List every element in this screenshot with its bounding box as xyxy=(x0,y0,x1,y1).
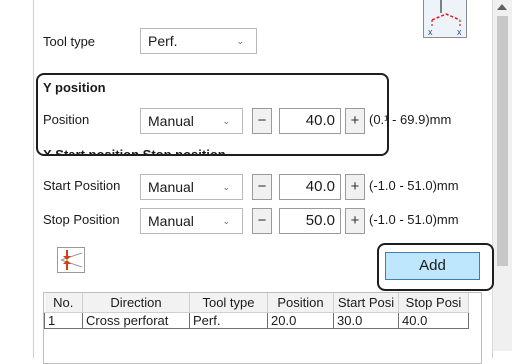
chevron-down-icon: ⌄ xyxy=(236,36,244,46)
start-position-mode-select[interactable]: Manual ⌄ xyxy=(140,174,243,200)
tool-type-label: Tool type xyxy=(43,34,96,49)
stop-position-input[interactable]: 50.0 xyxy=(279,208,341,234)
column-header-stop-position[interactable]: Stop Posi xyxy=(398,293,469,313)
cell-direction[interactable]: Cross perforat xyxy=(82,312,190,329)
svg-text:x: x xyxy=(457,27,462,37)
stop-position-increment-button[interactable]: + xyxy=(345,208,365,234)
stop-position-mode-select[interactable]: Manual ⌄ xyxy=(140,208,243,234)
table-header-row: No. Direction Tool type Position Start P… xyxy=(44,293,469,313)
start-position-increment-button[interactable]: + xyxy=(345,174,365,200)
chevron-down-icon: ⌄ xyxy=(222,182,230,192)
stop-position-mode-value: Manual xyxy=(148,213,194,229)
start-position-range: (-1.0 - 51.0)mm xyxy=(369,178,459,193)
cell-stop-position[interactable]: 40.0 xyxy=(398,312,469,329)
add-button-highlight xyxy=(377,243,494,291)
reverse-direction-button[interactable] xyxy=(57,247,85,273)
reverse-direction-icon xyxy=(60,250,83,270)
start-position-mode-value: Manual xyxy=(148,179,194,195)
perforation-table: No. Direction Tool type Position Start P… xyxy=(43,292,482,364)
start-position-input[interactable]: 40.0 xyxy=(279,174,341,200)
stop-position-label: Stop Position xyxy=(43,212,120,227)
table-row[interactable]: 1 Cross perforat Perf. 20.0 30.0 40.0 xyxy=(44,312,469,329)
start-position-label: Start Position xyxy=(43,178,121,193)
column-header-start-position[interactable]: Start Posi xyxy=(333,293,399,313)
column-header-position[interactable]: Position xyxy=(267,293,334,313)
chevron-down-icon: ⌄ xyxy=(222,216,230,226)
start-position-decrement-button[interactable]: − xyxy=(252,174,272,200)
column-header-no[interactable]: No. xyxy=(44,293,83,313)
stop-position-range: (-1.0 - 51.0)mm xyxy=(369,212,459,227)
cell-no[interactable]: 1 xyxy=(44,312,83,329)
tool-type-select[interactable]: Perf. ⌄ xyxy=(140,28,257,54)
y-position-highlight xyxy=(36,73,389,156)
column-header-tool-type[interactable]: Tool type xyxy=(189,293,268,313)
scroll-up-icon[interactable] xyxy=(497,4,507,10)
cell-position[interactable]: 20.0 xyxy=(267,312,334,329)
cell-start-position[interactable]: 30.0 xyxy=(333,312,399,329)
scrollbar-thumb[interactable] xyxy=(497,16,508,266)
perforation-preview-icon: x x xyxy=(423,0,467,38)
column-header-direction[interactable]: Direction xyxy=(82,293,190,313)
svg-text:x: x xyxy=(428,27,433,37)
vertical-scrollbar[interactable] xyxy=(492,0,512,351)
stop-position-decrement-button[interactable]: − xyxy=(252,208,272,234)
tool-type-value: Perf. xyxy=(148,33,178,49)
cell-tool-type[interactable]: Perf. xyxy=(189,312,268,329)
